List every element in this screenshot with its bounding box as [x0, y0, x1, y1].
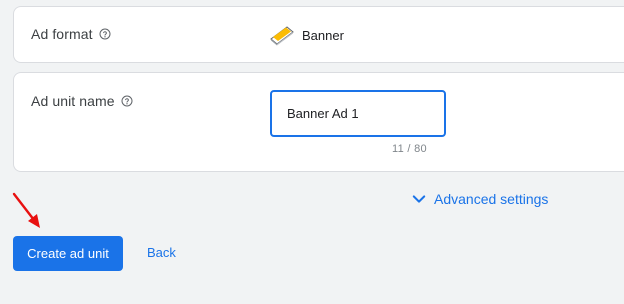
banner-format-icon [270, 26, 294, 46]
ad-format-label-row: Ad format [31, 26, 111, 42]
help-circle-icon[interactable] [121, 95, 133, 107]
ad-format-card: Ad format Banner [13, 6, 624, 63]
annotation-arrow-icon [12, 192, 40, 228]
character-counter: 11 / 80 [392, 143, 427, 155]
advanced-settings-label: Advanced settings [434, 191, 549, 207]
create-ad-unit-button[interactable]: Create ad unit [13, 236, 123, 271]
ad-format-value-text: Banner [302, 27, 344, 43]
ad-unit-name-card: Ad unit name 11 / 80 [13, 72, 624, 172]
ad-unit-name-label: Ad unit name [31, 93, 115, 109]
ad-unit-name-label-row: Ad unit name [31, 93, 133, 109]
ad-format-label: Ad format [31, 26, 93, 42]
ad-unit-name-input[interactable] [270, 90, 446, 137]
back-button[interactable]: Back [147, 245, 176, 260]
ad-format-value: Banner [269, 24, 344, 46]
chevron-down-icon [412, 195, 426, 203]
advanced-settings-toggle[interactable]: Advanced settings [410, 190, 548, 208]
help-circle-icon[interactable] [99, 28, 111, 40]
